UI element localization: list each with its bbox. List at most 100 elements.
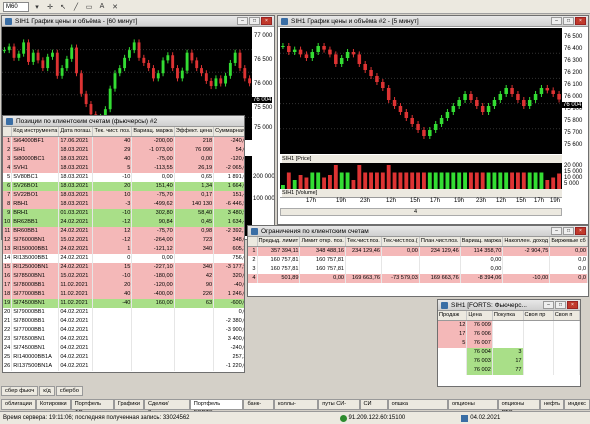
- tab-workspace[interactable]: опционы анализ: [448, 399, 498, 416]
- table-row[interactable]: 8RBH118.03.2021-3-499,62140 130-6 446,55: [3, 200, 244, 209]
- table-row[interactable]: 16SI78500BN115.02.2021-10-180,0042320,00: [3, 272, 244, 281]
- close-button[interactable]: ×: [261, 17, 272, 25]
- column-header[interactable]: Тек. чист. поз.: [92, 127, 133, 137]
- orderbook-titlebar[interactable]: SIH1 [FORTS: Фьючерс... – □ ×: [438, 300, 580, 311]
- crosshair-icon[interactable]: ✛: [45, 2, 55, 12]
- tab-workspace[interactable]: путы СИ-шка: [318, 399, 360, 416]
- positions-titlebar[interactable]: Позиции по клиентским счетам (фьючерсы) …: [3, 116, 244, 127]
- table-row[interactable]: 4SVH118.03.20215-113,5526,19-2 065,62: [3, 164, 244, 173]
- maximize-button[interactable]: □: [563, 227, 574, 235]
- minimize-button[interactable]: –: [543, 301, 554, 309]
- table-row[interactable]: 18 SI77000BB1 11.02.2021 40 -400,00 226 1 246,…: [3, 290, 244, 299]
- column-header[interactable]: Код инструмента: [11, 127, 60, 137]
- table-row[interactable]: 25RI140000BB1A04.02.2021 257,26: [3, 353, 244, 362]
- column-header[interactable]: Предыд. лимит: [257, 237, 301, 247]
- tab-workspace[interactable]: банк-том: [243, 399, 274, 416]
- table-row[interactable]: 13RI150000BB124.02.20211-121,12340605,36: [3, 245, 244, 254]
- positions-window[interactable]: Позиции по клиентским счетам (фьючерсы) …: [2, 115, 245, 373]
- column-header[interactable]: Лимит откр. поз.: [299, 237, 347, 247]
- tab-workspace[interactable]: сбер фьюч: [1, 386, 39, 396]
- table-row[interactable]: 26RI137500BN1A04.02.2021 -1 220,00: [3, 362, 244, 371]
- minimize-button[interactable]: –: [551, 227, 562, 235]
- table-row[interactable]: 1Si64000BF117.06.202140-200,00218-240,00: [3, 136, 244, 146]
- chart2-titlebar[interactable]: SIH1 График цены и объёма #2 - [5 минут]…: [278, 16, 588, 27]
- chart-window-5min[interactable]: SIH1 График цены и объёма #2 - [5 минут]…: [277, 15, 589, 225]
- orderbook-row[interactable]: 12 76 009: [438, 320, 580, 330]
- orderbook-row[interactable]: 17 76 006: [438, 330, 580, 339]
- table-row[interactable]: 17SI78000BB111.02.202120-120,0090-40,00: [3, 281, 244, 290]
- table-row[interactable]: 19SI74500BN111.02.2021-40160,0063-600,00: [3, 299, 244, 308]
- table-row[interactable]: 3 160 757,81 160 757,81 0,00 0,0: [248, 265, 588, 274]
- column-header[interactable]: Эффект. цена: [174, 127, 215, 137]
- tab-workspace[interactable]: Сделки/Заявки: [143, 399, 190, 416]
- table-row[interactable]: 3Si80000BC118.03.202140-75,000,00-120,00: [3, 155, 244, 164]
- close-button[interactable]: ×: [567, 301, 578, 309]
- tab-workspace[interactable]: облигации: [1, 399, 36, 410]
- column-header[interactable]: Своя п: [553, 311, 580, 321]
- table-row[interactable]: 23SI76500BN104.02.2021 3 400,00: [3, 335, 244, 344]
- table-row[interactable]: 7SV22BO118.03.202110-75,700,17151,40: [3, 191, 244, 200]
- column-header[interactable]: Тек.чист.поз.: [345, 237, 383, 247]
- orderbook-window[interactable]: SIH1 [FORTS: Фьючерс... – □ × Продаж Цен…: [437, 299, 581, 387]
- table-row[interactable]: 4 501,89 0,00 169 663,76 -73 579,03 169 663,7…: [248, 274, 588, 283]
- column-header[interactable]: Вариац. маржа: [131, 127, 175, 137]
- text-tool-icon[interactable]: A: [97, 2, 107, 12]
- table-row[interactable]: 12SI76000BN115.02.2021-12-264,00723348,0…: [3, 236, 244, 245]
- tab-workspace[interactable]: индекс: [564, 399, 590, 410]
- limits-titlebar[interactable]: Ограничения по клиентским счетам – □ ×: [248, 226, 588, 237]
- tab-workspace[interactable]: Котировки: [35, 399, 71, 410]
- column-header[interactable]: Продаж: [438, 311, 468, 321]
- column-header[interactable]: Своя пр: [523, 311, 554, 321]
- maximize-button[interactable]: □: [249, 17, 260, 25]
- rectangle-tool-icon[interactable]: ▭: [84, 2, 94, 12]
- table-row[interactable]: 10BR62BB124.02.2021-1290,840,451 634,40: [3, 218, 244, 227]
- column-header[interactable]: Цена: [466, 311, 493, 321]
- table-row[interactable]: 2SiH118.03.202129-1 073,0076 09054,00: [3, 146, 244, 155]
- tab-workspace[interactable]: Графики: [113, 399, 144, 410]
- column-header[interactable]: Суммарная в: [213, 127, 244, 137]
- tab-workspace[interactable]: Портфель ФР: [70, 399, 114, 416]
- cursor-icon[interactable]: ↖: [58, 2, 68, 12]
- column-header[interactable]: План.чист.поз.: [419, 237, 461, 247]
- limits-window[interactable]: Ограничения по клиентским счетам – □ × П…: [247, 225, 589, 297]
- tab-workspace[interactable]: СИ тета: [359, 399, 388, 416]
- tab-workspace[interactable]: опционы РТС: [497, 399, 540, 416]
- column-header[interactable]: Тек.чист.поз.(: [381, 237, 420, 247]
- maximize-button[interactable]: □: [563, 17, 574, 25]
- table-row[interactable]: 21SI78000BB104.02.2021 -2 380,00: [3, 317, 244, 326]
- horizontal-scrollbar[interactable]: 4: [280, 208, 562, 216]
- column-header[interactable]: Дата погаш.: [58, 127, 94, 137]
- minimize-button[interactable]: –: [237, 17, 248, 25]
- chart2-plot[interactable]: [280, 28, 562, 154]
- table-row[interactable]: 6SV26BO118.03.202120151,401,341 664,60: [3, 182, 244, 191]
- close-button[interactable]: ×: [575, 227, 586, 235]
- table-row[interactable]: 1 357 394,11 348 488,16 234 129,46 0,00 234 1…: [248, 246, 588, 256]
- timeframe-select[interactable]: M60: [3, 1, 29, 12]
- tab-workspace[interactable]: сбербо: [55, 386, 83, 396]
- column-header[interactable]: Биржевые сб: [549, 237, 588, 247]
- line-tool-icon[interactable]: ╱: [71, 2, 81, 12]
- table-row[interactable]: 11BR60BB124.02.202112-75,700,98-2 392,12: [3, 227, 244, 236]
- chart2-volume-plot[interactable]: [280, 163, 562, 189]
- orderbook-row[interactable]: 76 003 17: [438, 357, 580, 366]
- column-header[interactable]: Покупка: [492, 311, 524, 321]
- table-row[interactable]: 5SV80BC118.03.2021-100,000,651 891,60: [3, 173, 244, 182]
- tab-workspace[interactable]: нефть: [539, 399, 565, 410]
- chart1-titlebar[interactable]: SIH1 График цены и объёма - [60 минут] –…: [2, 16, 274, 27]
- table-row[interactable]: 22SI77000BB104.02.2021 -3 900,00: [3, 326, 244, 335]
- table-row[interactable]: 2 160 757,81 160 757,81 0,00 0,0: [248, 256, 588, 265]
- orderbook-row[interactable]: 5 76 007: [438, 339, 580, 348]
- table-row[interactable]: 14RI135000BB124.02.202100,00 756,63: [3, 254, 244, 263]
- table-row[interactable]: 24SI74500BN104.02.2021 -240,00: [3, 344, 244, 353]
- maximize-button[interactable]: □: [555, 301, 566, 309]
- tab-workspace[interactable]: Портфель FORTS: [189, 399, 244, 416]
- chevron-down-icon[interactable]: ▾: [32, 2, 42, 12]
- close-button[interactable]: ×: [575, 17, 586, 25]
- delete-icon[interactable]: ✕: [110, 2, 120, 12]
- column-header[interactable]: Вариац. маржа: [460, 237, 504, 247]
- minimize-button[interactable]: –: [551, 17, 562, 25]
- column-header[interactable]: Накоплен. доход: [502, 237, 551, 247]
- tab-workspace[interactable]: к/д: [39, 386, 55, 396]
- table-row[interactable]: 20SI79000BB104.02.2021 0,00: [3, 308, 244, 317]
- orderbook-row[interactable]: 76 004 3: [438, 348, 580, 357]
